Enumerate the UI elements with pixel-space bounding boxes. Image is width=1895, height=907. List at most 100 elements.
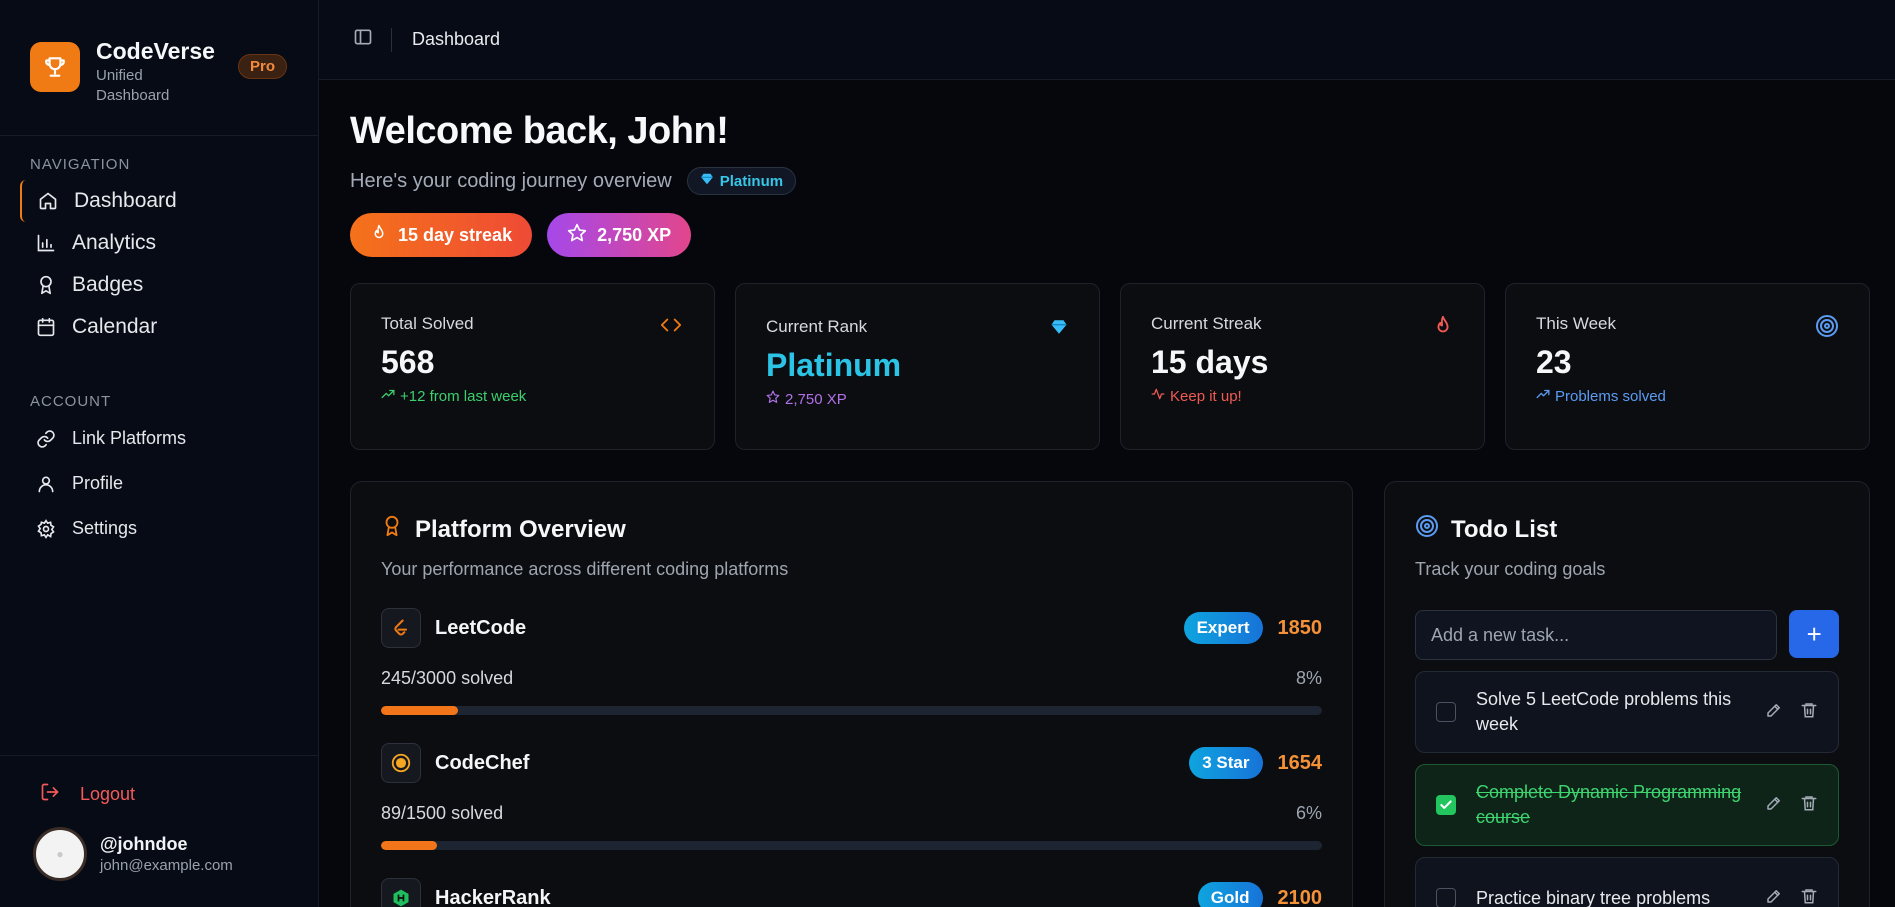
sidebar-item-badges[interactable]: Badges: [0, 264, 318, 306]
logout-button[interactable]: Logout: [0, 756, 318, 807]
stat-label: Current Streak: [1151, 314, 1262, 333]
stat-card-current-rank: Current Rank Platinum 2,750 XP: [735, 283, 1100, 450]
bar-chart-icon: [36, 233, 56, 253]
link-icon: [36, 429, 56, 449]
breadcrumb: Dashboard: [412, 29, 501, 49]
brand-header: CodeVerse Unified Dashboard Pro: [0, 0, 318, 136]
platform-row-leetcode[interactable]: LeetCode Expert 1850 245/3000 solved 8%: [381, 608, 1322, 715]
platform-level-badge: Expert: [1183, 612, 1263, 644]
task-item: Complete Dynamic Programming course: [1415, 764, 1839, 846]
award-icon: [381, 514, 403, 545]
xp-chip-label: 2,750 XP: [597, 224, 672, 245]
stat-label: Current Rank: [766, 317, 868, 336]
sidebar-item-label: Profile: [72, 473, 124, 493]
stat-sub-text: Problems solved: [1555, 387, 1666, 405]
stat-sub: +12 from last week: [381, 387, 684, 405]
streak-chip-label: 15 day streak: [398, 224, 513, 245]
trending-up-icon: [1536, 387, 1550, 405]
star-icon: [766, 390, 780, 408]
stat-sub-text: Keep it up!: [1170, 387, 1242, 405]
panel-title: Platform Overview: [415, 515, 626, 543]
progress-bar-fill: [381, 706, 459, 715]
sidebar-toggle-icon[interactable]: [353, 27, 373, 52]
task-text: Complete Dynamic Programming course: [1476, 782, 1742, 827]
task-checkbox[interactable]: [1436, 795, 1456, 815]
platform-row-hackerrank[interactable]: HackerRank Gold 2100: [381, 878, 1322, 907]
sidebar-item-settings[interactable]: Settings: [0, 506, 318, 551]
platform-solved: 89/1500 solved: [381, 803, 504, 823]
stat-sub: 2,750 XP: [766, 390, 1069, 408]
sidebar: CodeVerse Unified Dashboard Pro NAVIGATI…: [0, 0, 319, 907]
sidebar-item-analytics[interactable]: Analytics: [0, 222, 318, 264]
platform-row-codechef[interactable]: CodeChef 3 Star 1654 89/1500 solved 6%: [381, 743, 1322, 850]
main-content: Dashboard Welcome back, John! Here's you…: [319, 0, 1895, 907]
target-icon: [1415, 514, 1439, 545]
platform-level-badge: 3 Star: [1189, 747, 1263, 779]
tier-label: Platinum: [719, 172, 784, 190]
calendar-icon: [36, 317, 56, 337]
user-handle: @johndoe: [100, 834, 188, 854]
sidebar-item-label: Dashboard: [74, 189, 177, 212]
platform-rating: 1654: [1277, 751, 1323, 774]
todo-panel: Todo List Track your coding goals + Solv…: [1384, 481, 1870, 907]
edit-icon[interactable]: [1765, 701, 1783, 724]
trash-icon[interactable]: [1800, 887, 1818, 907]
task-text: Solve 5 LeetCode problems this week: [1476, 689, 1732, 734]
panel-description: Track your coding goals: [1415, 559, 1606, 579]
stat-label: This Week: [1536, 314, 1616, 333]
trending-up-icon: [381, 387, 395, 405]
platform-percent: 6%: [1295, 803, 1322, 823]
task-checkbox[interactable]: [1436, 702, 1456, 722]
stat-sub: Keep it up!: [1151, 387, 1454, 405]
platform-percent: 8%: [1295, 668, 1322, 688]
platform-overview-panel: Platform Overview Your performance acros…: [350, 481, 1353, 907]
brand-name: CodeVerse: [96, 38, 215, 64]
platform-rating: 1850: [1277, 616, 1323, 639]
user-email: john@example.com: [100, 857, 233, 874]
trash-icon[interactable]: [1800, 701, 1818, 724]
pro-badge: Pro: [238, 54, 288, 79]
platform-name: HackerRank: [435, 886, 551, 907]
task-item: Practice binary tree problems: [1415, 857, 1839, 907]
edit-icon[interactable]: [1765, 794, 1783, 817]
page-title: Welcome back, John!: [350, 110, 729, 152]
sidebar-item-profile[interactable]: Profile: [0, 461, 318, 506]
sidebar-item-label: Badges: [72, 273, 144, 296]
stat-sub-text: 2,750 XP: [785, 390, 847, 408]
new-task-input[interactable]: [1415, 610, 1778, 660]
add-task-button[interactable]: +: [1789, 610, 1839, 658]
page-subtitle: Here's your coding journey overview: [350, 169, 672, 192]
stat-value: Platinum: [766, 347, 902, 383]
sidebar-item-label: Settings: [72, 518, 138, 538]
sidebar-item-calendar[interactable]: Calendar: [0, 306, 318, 348]
sidebar-item-label: Link Platforms: [72, 428, 187, 448]
flame-icon: [1432, 314, 1454, 343]
gear-icon: [36, 518, 56, 539]
task-text: Practice binary tree problems: [1476, 887, 1711, 907]
platform-level-badge: Gold: [1197, 882, 1263, 907]
codechef-icon: [381, 743, 421, 783]
edit-icon[interactable]: [1765, 887, 1783, 907]
diamond-icon: [1049, 318, 1069, 341]
stat-value: 23: [1536, 344, 1572, 380]
code-icon: [658, 314, 684, 341]
target-icon: [1815, 314, 1839, 343]
account-heading: ACCOUNT: [30, 393, 112, 410]
logout-label: Logout: [80, 784, 136, 804]
sidebar-footer: Logout ● @johndoe john@example.com: [0, 755, 318, 907]
progress-bar-fill: [381, 841, 437, 850]
progress-bar: [381, 841, 1322, 850]
sidebar-item-link-platforms[interactable]: Link Platforms: [0, 416, 318, 461]
panel-title: Todo List: [1451, 515, 1558, 543]
sidebar-item-dashboard[interactable]: Dashboard: [20, 180, 318, 222]
trash-icon[interactable]: [1800, 794, 1818, 817]
task-checkbox[interactable]: [1436, 888, 1456, 907]
user-profile[interactable]: ● @johndoe john@example.com: [0, 807, 318, 881]
streak-chip: 15 day streak: [350, 213, 533, 257]
platform-solved: 245/3000 solved: [381, 668, 514, 688]
nav-heading: NAVIGATION: [30, 156, 131, 173]
tier-badge: Platinum: [686, 167, 797, 195]
home-icon: [38, 191, 58, 211]
stat-sub: Problems solved: [1536, 387, 1839, 405]
stat-sub-text: +12 from last week: [400, 387, 527, 405]
